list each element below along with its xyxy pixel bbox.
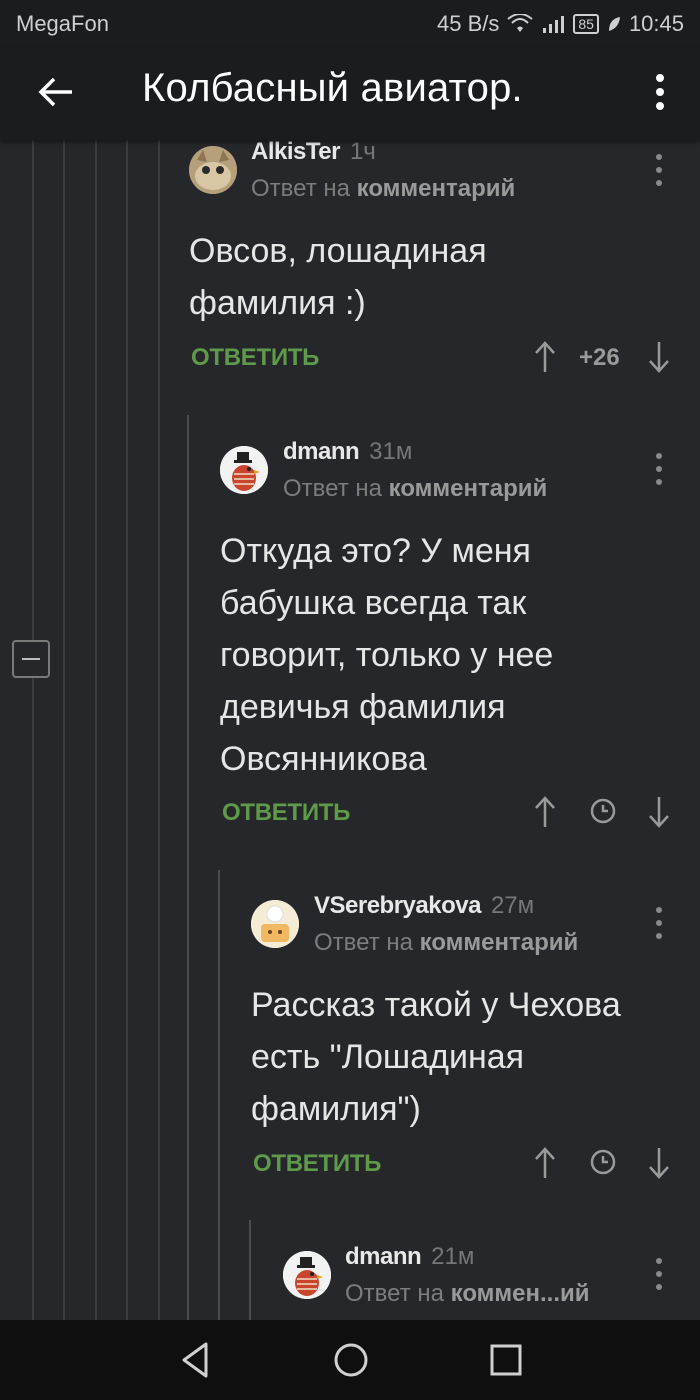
thread-line (32, 140, 34, 1320)
avatar[interactable] (189, 146, 237, 194)
reply-button[interactable]: ОТВЕТИТЬ (222, 799, 350, 827)
network-speed: 45 B/s (436, 11, 500, 36)
cat-avatar-icon (189, 146, 237, 194)
status-bar: MegaFon 45 B/s 85 10:45 (0, 0, 700, 48)
downvote-arrow-icon[interactable] (647, 1146, 671, 1180)
comment-author[interactable]: dmann 31м (283, 438, 412, 466)
avatar[interactable] (251, 900, 299, 948)
battery-icon: 85 (573, 14, 599, 34)
app-bar: Колбасный авиатор. (0, 48, 700, 140)
upvote-arrow-icon[interactable] (533, 795, 557, 829)
downvote-arrow-icon[interactable] (647, 340, 671, 374)
comment-author[interactable]: dmann 21м (345, 1243, 474, 1271)
downvote-arrow-icon[interactable] (647, 795, 671, 829)
comment-menu-icon[interactable] (653, 906, 665, 940)
back-arrow-icon[interactable] (34, 70, 78, 114)
comment-time: 1ч (349, 138, 376, 165)
page-title: Колбасный авиатор. (142, 66, 523, 110)
status-icons: 45 B/s 85 10:45 (437, 11, 684, 37)
nav-home-icon[interactable] (331, 1340, 371, 1380)
comment-time: 27м (490, 892, 535, 919)
thread-line (126, 140, 128, 1320)
comment-body: Овсов, лошадиная фамилия :) (189, 232, 487, 322)
comment-menu-icon[interactable] (653, 153, 665, 187)
reply-button[interactable]: ОТВЕТИТЬ (191, 344, 319, 372)
comment-time: 21м (431, 1243, 475, 1270)
reply-to-link[interactable]: Ответ на комментарий (283, 475, 547, 503)
thread-line (158, 140, 160, 1320)
clock: 10:45 (628, 11, 684, 36)
leaf-icon (608, 17, 620, 31)
bird-avatar-icon (220, 446, 268, 494)
comment-score: +26 (579, 344, 620, 371)
reply-to-link[interactable]: Ответ на комментарий (251, 175, 515, 203)
thread-line (63, 140, 65, 1320)
thread-line (95, 140, 97, 1320)
signal-icon (543, 16, 565, 33)
nav-recents-icon[interactable] (489, 1340, 523, 1380)
upvote-arrow-icon[interactable] (533, 1146, 557, 1180)
reply-to-link[interactable]: Ответ на комментарий (314, 929, 578, 957)
clock-icon (590, 798, 616, 824)
clock-icon (590, 1149, 616, 1175)
bird-avatar-icon (283, 1251, 331, 1299)
thread-line (249, 1220, 251, 1320)
wifi-icon (507, 14, 533, 32)
avatar[interactable] (220, 446, 268, 494)
collapse-thread-button[interactable] (12, 640, 50, 678)
comment-body: Откуда это? У меня бабушка всегда так гово… (220, 532, 554, 778)
comment-time: 31м (369, 438, 413, 465)
comment-body: Рассказ такой у Чехова есть "Лошадиная фам… (251, 986, 621, 1128)
more-options-icon[interactable] (650, 70, 670, 114)
reply-to-link[interactable]: Ответ на коммен...ий (345, 1280, 590, 1308)
comment-author[interactable]: VSerebryakova 27м (314, 892, 534, 920)
comment-author[interactable]: AlkisTer 1ч (251, 138, 376, 166)
comment-menu-icon[interactable] (653, 452, 665, 486)
carrier-name: MegaFon (16, 11, 109, 36)
chef-avatar-icon (251, 900, 299, 948)
upvote-arrow-icon[interactable] (533, 340, 557, 374)
system-nav-bar (0, 1320, 700, 1400)
avatar[interactable] (283, 1251, 331, 1299)
thread-line (218, 870, 220, 1320)
reply-button[interactable]: ОТВЕТИТЬ (253, 1150, 381, 1178)
nav-back-icon[interactable] (178, 1340, 212, 1380)
thread-line (187, 415, 189, 1320)
comment-menu-icon[interactable] (653, 1257, 665, 1291)
